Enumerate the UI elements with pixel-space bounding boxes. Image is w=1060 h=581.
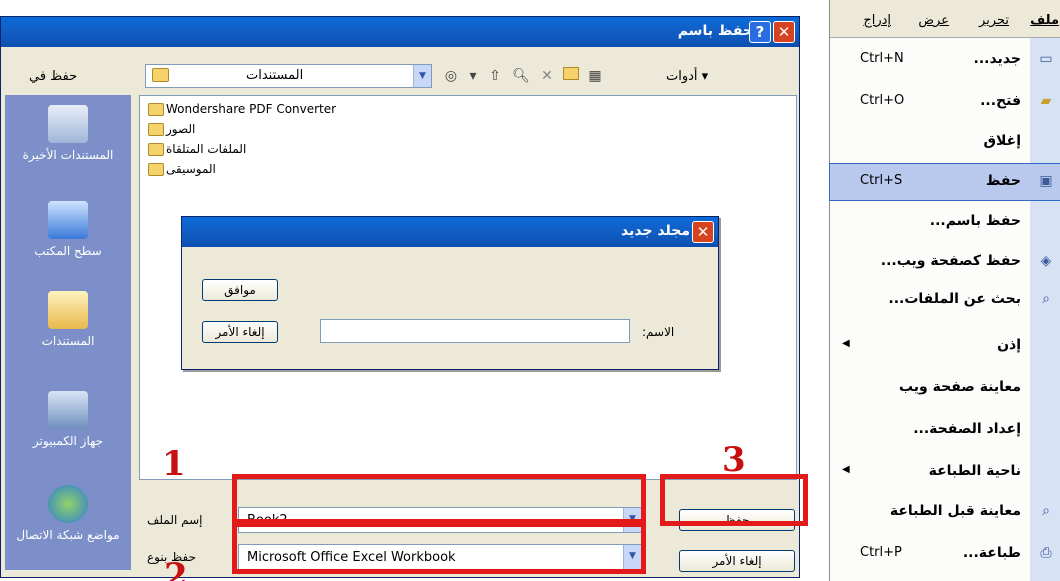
desktop-icon: [48, 201, 88, 239]
submenu-arrow-icon: ◀: [842, 338, 850, 349]
folder-icon: [148, 123, 164, 136]
print-preview-icon: ⌕: [1042, 503, 1050, 519]
my-documents-icon: [48, 291, 88, 329]
highlight-box-save: [660, 474, 808, 526]
open-folder-icon: ▰: [1040, 93, 1052, 109]
save-disk-icon: ▣: [1039, 173, 1053, 189]
up-folder-icon[interactable]: ⇧: [485, 66, 505, 86]
views-icon[interactable]: ▦: [585, 66, 605, 86]
folder-name-input[interactable]: [320, 319, 630, 343]
new-folder-dialog: مجلد جديد ✕ موافق إلغاء الأمر الاسم:: [181, 216, 719, 370]
list-item[interactable]: الصور: [148, 122, 195, 140]
new-folder-title: مجلد جديد: [621, 223, 690, 239]
folder-icon: [148, 143, 164, 156]
help-button[interactable]: ?: [749, 21, 771, 43]
network-places-icon: [48, 485, 88, 523]
cancel-button[interactable]: إلغاء الأمر: [679, 550, 795, 572]
marker-1: 1: [162, 444, 186, 484]
file-search-icon: ⌕: [1042, 291, 1050, 307]
menu-item-print-area[interactable]: ناحية الطباعة ◀: [830, 454, 1060, 490]
menu-item-page-setup[interactable]: إعداد الصفحة...: [830, 412, 1060, 448]
place-label: مواضع شبكة الاتصال: [16, 528, 120, 542]
new-folder-title-bar: مجلد جديد ✕: [182, 217, 718, 247]
menu-item-close[interactable]: إغلاق: [830, 124, 1060, 160]
save-in-dropdown[interactable]: المستندات ▼: [145, 64, 432, 88]
folder-name-label: الاسم:: [642, 325, 675, 339]
menu-item-save[interactable]: ▣ حفظ Ctrl+S: [829, 163, 1060, 201]
chevron-down-icon[interactable]: ▼: [413, 65, 431, 87]
place-label: المستندات الأخيرة: [22, 148, 114, 162]
menu-item-permission[interactable]: إذن ◀: [830, 328, 1060, 364]
place-label: المستندات: [41, 334, 95, 348]
list-item[interactable]: الملفات المتلقاة: [148, 142, 246, 160]
highlight-box-file-name: [232, 474, 646, 524]
close-button[interactable]: ✕: [773, 21, 795, 43]
folder-icon: [152, 68, 169, 82]
menu-item-open[interactable]: ▰ فتح... Ctrl+O: [830, 84, 1060, 120]
place-my-documents[interactable]: المستندات: [5, 291, 131, 349]
place-my-computer[interactable]: جهاز الكمبيوتر: [5, 391, 131, 449]
menu-item-web-preview[interactable]: معاينة صفحة ويب: [830, 370, 1060, 406]
save-as-title-bar: حفظ باسم ? ✕: [1, 17, 799, 47]
places-bar: المستندات الأخيرة سطح المكتب المستندات ج…: [5, 95, 131, 570]
back-icon[interactable]: ◎: [441, 66, 461, 86]
new-folder-icon[interactable]: [561, 66, 581, 86]
save-as-title: حفظ باسم: [677, 23, 753, 39]
place-recent[interactable]: المستندات الأخيرة: [5, 105, 131, 163]
menu-item-new[interactable]: ▭ جديد... Ctrl+N: [830, 42, 1060, 78]
printer-icon: ⎙: [1040, 545, 1052, 561]
file-name-label: إسم الملف: [147, 513, 203, 527]
my-computer-icon: [48, 391, 88, 429]
highlight-box-file-type: [232, 522, 646, 574]
folder-icon: [148, 163, 164, 176]
ok-button[interactable]: موافق: [202, 279, 278, 301]
cancel-button[interactable]: إلغاء الأمر: [202, 321, 278, 343]
submenu-arrow-icon: ◀: [842, 464, 850, 475]
marker-2: 2: [164, 556, 188, 581]
menu-bar: ملف تحرير عرض إدراج: [830, 0, 1060, 38]
place-desktop[interactable]: سطح المكتب: [5, 201, 131, 259]
menu-item-print[interactable]: ⎙ طباعة... Ctrl+P: [830, 536, 1060, 572]
place-label: جهاز الكمبيوتر: [32, 434, 104, 448]
place-network[interactable]: مواضع شبكة الاتصال: [5, 485, 131, 543]
folder-icon: [148, 103, 164, 116]
menu-file[interactable]: ملف: [1030, 13, 1059, 28]
menu-item-save-as-web[interactable]: ◈ حفظ كصفحة ويب...: [830, 244, 1060, 280]
search-web-icon[interactable]: 🔍︎: [511, 66, 531, 86]
dropdown-icon[interactable]: ▾: [463, 66, 483, 86]
file-menu: ملف تحرير عرض إدراج ▭ جديد... Ctrl+N ▰ ف…: [829, 0, 1060, 581]
menu-item-file-search[interactable]: ⌕ بحث عن الملفات...: [830, 282, 1060, 318]
list-item[interactable]: الموسيقى: [148, 162, 216, 180]
menu-edit[interactable]: تحرير: [979, 13, 1009, 28]
recent-documents-icon: [48, 105, 88, 143]
menu-insert[interactable]: إدراج: [863, 13, 891, 28]
marker-3: 3: [722, 440, 746, 480]
web-page-icon: ◈: [1040, 253, 1052, 269]
menu-view[interactable]: عرض: [918, 13, 949, 28]
close-button[interactable]: ✕: [692, 221, 714, 243]
menu-item-save-as[interactable]: حفظ باسم...: [830, 204, 1060, 240]
save-in-label: حفظ في: [29, 69, 78, 84]
place-label: سطح المكتب: [34, 244, 102, 258]
menu-item-print-preview[interactable]: ⌕ معاينة قبل الطباعة: [830, 494, 1060, 530]
delete-icon[interactable]: ✕: [537, 66, 557, 86]
list-item[interactable]: Wondershare PDF Converter: [148, 102, 336, 120]
save-in-value: المستندات: [246, 68, 304, 83]
tools-menu[interactable]: ▾ أدوات: [666, 69, 708, 84]
new-document-icon: ▭: [1039, 51, 1053, 67]
